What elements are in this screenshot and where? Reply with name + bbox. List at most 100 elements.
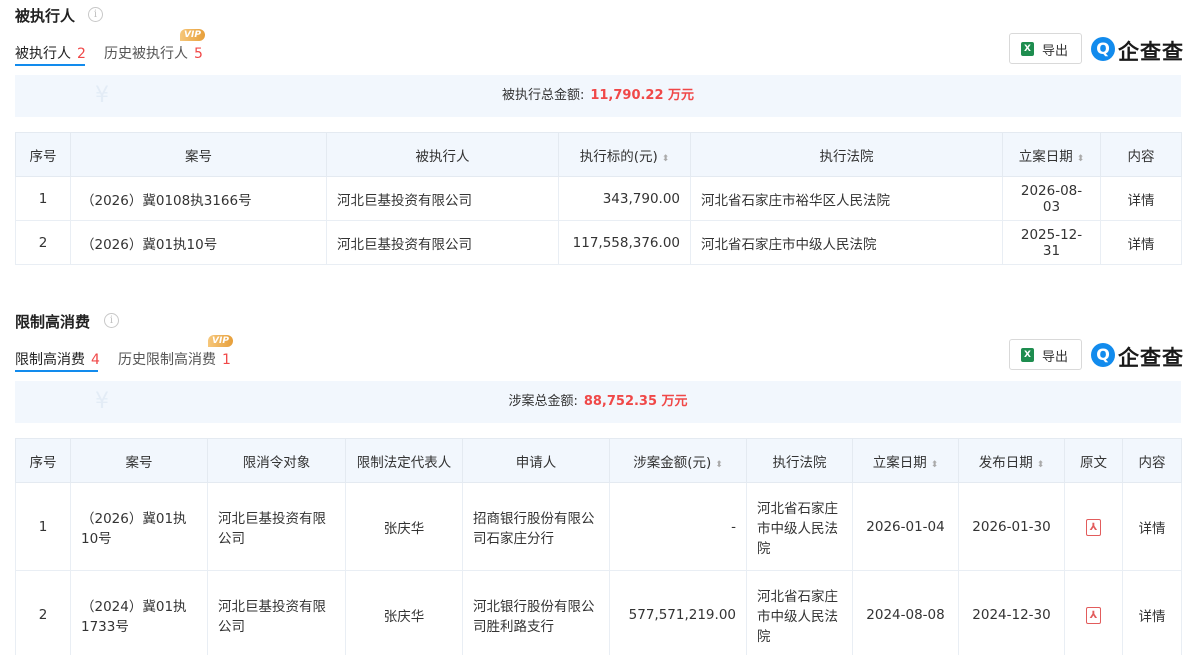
amount: 577,571,219.00 [609, 570, 747, 655]
qcc-logo-icon: Q [1091, 37, 1115, 61]
executed-person-table: 序号 案号 被执行人 执行标的(元) ⬍ 执行法院 立案日期 ⬍ 内容 1 （202… [15, 132, 1182, 265]
party-link[interactable]: 河北巨基投资有限公司 [326, 220, 559, 265]
col-header-sortable[interactable]: 执行标的(元) ⬍ [558, 132, 691, 177]
tab-consumption-restriction[interactable]: 限制高消费 4 [15, 349, 100, 369]
representative-link[interactable]: 张庆华 [345, 570, 463, 655]
filing-date: 2024-08-08 [852, 570, 959, 655]
col-header: 序号 [15, 438, 71, 483]
col-header: 被执行人 [326, 132, 559, 177]
table-header-row: 序号 案号 被执行人 执行标的(元) ⬍ 执行法院 立案日期 ⬍ 内容 [15, 132, 1182, 177]
table-row: 1 （2026）冀01执10号 河北巨基投资有限公司 张庆华 招商银行股份有限公… [15, 482, 1182, 571]
qcc-logo: Q 企查查 [1091, 36, 1183, 64]
sort-icon[interactable]: ⬍ [931, 460, 939, 470]
pdf-icon[interactable]: ⅄ [1086, 518, 1101, 536]
pdf-icon[interactable]: ⅄ [1086, 606, 1101, 624]
export-button[interactable]: X 导出 [1009, 33, 1082, 64]
amount: 343,790.00 [558, 176, 691, 221]
summary-label: 涉案总金额: [508, 394, 578, 409]
col-header: 限消令对象 [207, 438, 346, 483]
case-number-link[interactable]: （2026）冀0108执3166号 [70, 176, 327, 221]
col-header: 执行法院 [746, 438, 853, 483]
court: 河北省石家庄市裕华区人民法院 [690, 176, 1003, 221]
row-number: 2 [15, 570, 71, 655]
applicant-link[interactable]: 招商银行股份有限公司石家庄分行 [462, 482, 610, 571]
detail-link[interactable]: 详情 [1100, 220, 1182, 265]
consumption-restriction-table: 序号 案号 限消令对象 限制法定代表人 申请人 涉案金额(元) ⬍ 执行法院 立案… [15, 438, 1182, 655]
summary-amount: 11,790.22 万元 [590, 88, 695, 103]
filing-date: 2026-08-03 [1002, 176, 1101, 221]
party-link[interactable]: 河北巨基投资有限公司 [326, 176, 559, 221]
representative-link[interactable]: 张庆华 [345, 482, 463, 571]
col-header: 案号 [70, 132, 327, 177]
summary-label: 被执行总金额: [501, 88, 585, 103]
detail-link[interactable]: 详情 [1122, 570, 1182, 655]
sort-icon[interactable]: ⬍ [1077, 154, 1085, 164]
col-header: 执行法院 [690, 132, 1003, 177]
court: 河北省石家庄市中级人民法院 [746, 482, 853, 571]
col-header: 原文 [1064, 438, 1123, 483]
col-header: 内容 [1100, 132, 1182, 177]
col-header-sortable[interactable]: 发布日期 ⬍ [958, 438, 1065, 483]
vip-badge: VIP [180, 29, 205, 41]
excel-icon: X [1021, 42, 1034, 56]
export-label: 导出 [1042, 44, 1069, 59]
original-doc: ⅄ [1064, 482, 1123, 571]
row-number: 1 [15, 176, 71, 221]
col-header: 序号 [15, 132, 71, 177]
section-consumption-restriction: 限制高消费 i 限制高消费 4 历史限制高消费 1 VIP X 导出 Q 企查查 ¥… [0, 306, 1200, 655]
filing-date: 2026-01-04 [852, 482, 959, 571]
case-number-link[interactable]: （2026）冀01执10号 [70, 220, 327, 265]
filing-date: 2025-12-31 [1002, 220, 1101, 265]
case-number-link[interactable]: （2026）冀01执10号 [70, 482, 208, 571]
table-header-row: 序号 案号 限消令对象 限制法定代表人 申请人 涉案金额(元) ⬍ 执行法院 立案… [15, 438, 1182, 483]
table-row: 2 （2024）冀01执1733号 河北巨基投资有限公司 张庆华 河北银行股份有… [15, 570, 1182, 655]
col-header-sortable[interactable]: 涉案金额(元) ⬍ [609, 438, 747, 483]
applicant-link[interactable]: 河北银行股份有限公司胜利路支行 [462, 570, 610, 655]
vip-badge: VIP [208, 335, 233, 347]
col-header: 申请人 [462, 438, 610, 483]
col-header-sortable[interactable]: 立案日期 ⬍ [1002, 132, 1101, 177]
sort-icon[interactable]: ⬍ [1037, 460, 1045, 470]
logo-text: 企查查 [1118, 346, 1184, 370]
detail-link[interactable]: 详情 [1122, 482, 1182, 571]
qcc-logo-icon: Q [1091, 343, 1115, 367]
tab-executed-person[interactable]: 被执行人 2 [15, 43, 86, 63]
tab-count: 4 [91, 352, 100, 368]
watermark-icon: ¥ [95, 389, 109, 414]
sort-icon[interactable]: ⬍ [662, 154, 670, 164]
col-header: 案号 [70, 438, 208, 483]
info-icon[interactable]: i [104, 313, 119, 328]
row-number: 2 [15, 220, 71, 265]
tab-count: 1 [222, 352, 231, 368]
tab-history-consumption-restriction[interactable]: 历史限制高消费 1 [118, 349, 231, 369]
export-label: 导出 [1042, 350, 1069, 365]
col-header-sortable[interactable]: 立案日期 ⬍ [852, 438, 959, 483]
tab-count: 2 [77, 46, 86, 62]
sort-icon[interactable]: ⬍ [715, 460, 723, 470]
case-number-link[interactable]: （2024）冀01执1733号 [70, 570, 208, 655]
amount: - [609, 482, 747, 571]
publish-date: 2024-12-30 [958, 570, 1065, 655]
publish-date: 2026-01-30 [958, 482, 1065, 571]
amount: 117,558,376.00 [558, 220, 691, 265]
excel-icon: X [1021, 348, 1034, 362]
active-tab-underline [15, 64, 85, 66]
summary-amount: 88,752.35 万元 [583, 394, 688, 409]
row-number: 1 [15, 482, 71, 571]
court: 河北省石家庄市中级人民法院 [690, 220, 1003, 265]
table-row: 1 （2026）冀0108执3166号 河北巨基投资有限公司 343,790.0… [15, 176, 1182, 221]
export-button[interactable]: X 导出 [1009, 339, 1082, 370]
section-title: 被执行人 [15, 7, 76, 25]
active-tab-underline [15, 370, 98, 372]
target-link[interactable]: 河北巨基投资有限公司 [207, 570, 346, 655]
summary-bar: ¥ 被执行总金额: 11,790.22 万元 [15, 75, 1181, 117]
target-link[interactable]: 河北巨基投资有限公司 [207, 482, 346, 571]
original-doc: ⅄ [1064, 570, 1123, 655]
tab-history-executed-person[interactable]: 历史被执行人 5 [104, 43, 203, 63]
section-executed-person: 被执行人 i 被执行人 2 历史被执行人 5 VIP X 导出 Q 企查查 ¥ 被执… [0, 0, 1200, 290]
watermark-icon: ¥ [95, 83, 109, 108]
court: 河北省石家庄市中级人民法院 [746, 570, 853, 655]
detail-link[interactable]: 详情 [1100, 176, 1182, 221]
qcc-logo: Q 企查查 [1091, 342, 1183, 370]
info-icon[interactable]: i [88, 7, 103, 22]
